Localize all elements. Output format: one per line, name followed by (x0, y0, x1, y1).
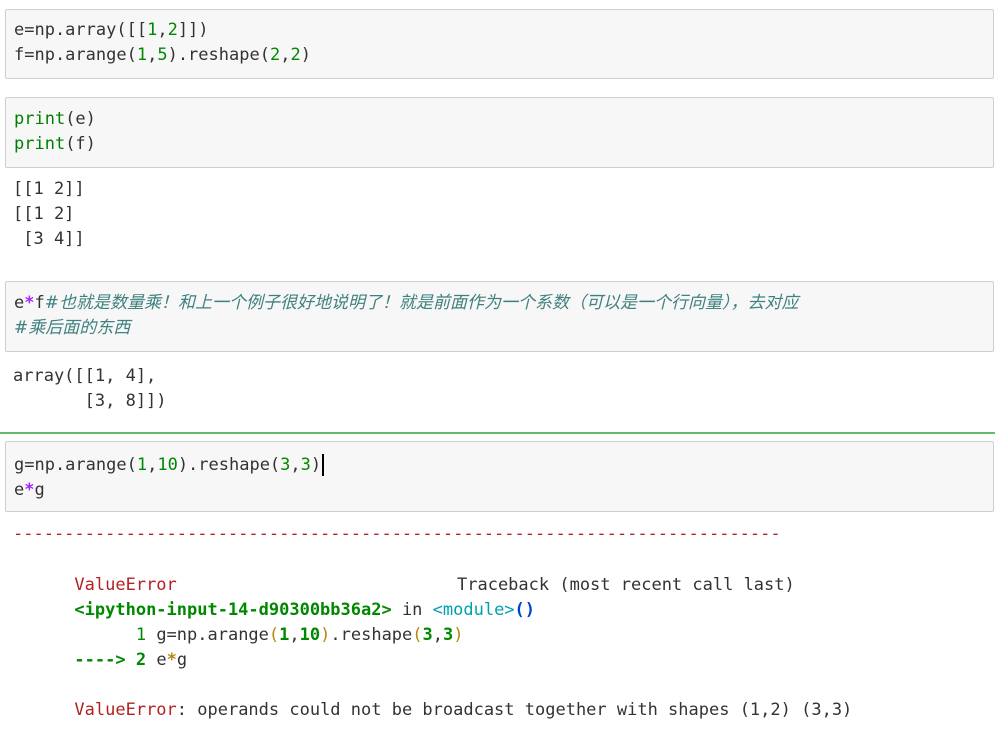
code-text: 3 (443, 625, 454, 645)
error-message: ValueError: operands could not be broadc… (13, 673, 852, 720)
code-input-3[interactable]: e*f#也就是数量乘！和上一个例子很好地说明了！就是前面作为一个系数（可以是一个… (5, 281, 994, 352)
code-token: 1 (136, 455, 148, 475)
code-text: .reshape (330, 625, 413, 645)
output-line: [3 4]] (13, 229, 85, 249)
code-text: ( (412, 625, 423, 645)
code-token: 2 (290, 45, 301, 65)
traceback-call: () (514, 600, 536, 620)
code-token: 2 (269, 45, 281, 65)
code-text: * (166, 650, 177, 670)
code-text: , (289, 625, 300, 645)
code-input-1[interactable]: e=np.array([[1,2]]) f=np.arange(1,5).res… (5, 9, 994, 79)
code-text: ( (268, 625, 280, 645)
code-text: , (432, 625, 444, 645)
traceback-separator: ----------------------------------------… (13, 524, 781, 544)
code-token: , (290, 455, 301, 475)
code-token: * (24, 480, 35, 500)
code-token: print (14, 134, 66, 154)
code-token: (e) (65, 109, 96, 129)
output-line: [3, 8]]) (13, 391, 167, 411)
code-token: 3 (300, 455, 311, 475)
code-token: , (157, 20, 168, 40)
selected-cell-indicator (0, 432, 995, 434)
code-token: e (14, 293, 25, 313)
error-type: ValueError (74, 700, 177, 720)
code-line: e*f#也就是数量乘！和上一个例子很好地说明了！就是前面作为一个系数（可以是一个… (14, 291, 799, 316)
code-token: 3 (280, 455, 291, 475)
code-token: 1 (147, 20, 158, 40)
code-token: g (34, 480, 45, 500)
error-text: : operands could not be broadcast togeth… (176, 700, 853, 720)
code-token: f (34, 293, 45, 313)
code-line: e*g (14, 478, 45, 503)
code-input-2[interactable]: print(e) print(f) (5, 97, 994, 168)
code-input-4[interactable]: g=np.arange(1,10).reshape(3,3) e*g (5, 441, 994, 512)
code-token: ]]) (177, 20, 209, 40)
traceback-line-1: 1 g=np.arange(1,10).reshape(3,3) (13, 598, 464, 645)
code-token: , (147, 455, 158, 475)
code-line: f=np.arange(1,5).reshape(2,2) (14, 43, 311, 68)
code-text: 10 (299, 625, 321, 645)
code-token: e=np.array([[ (14, 20, 148, 40)
code-line: g=np.arange(1,10).reshape(3,3) (14, 453, 325, 478)
code-line: print(e) (14, 107, 96, 132)
traceback-line-2: ----> 2 e*g (13, 623, 187, 670)
code-token: 5 (157, 45, 168, 65)
code-text: ) (453, 625, 464, 645)
code-token: #乘后面的东西 (14, 318, 131, 338)
code-token: ) (300, 45, 311, 65)
code-text: ) (320, 625, 331, 645)
code-text: 3 (422, 625, 433, 645)
code-text: g (176, 650, 188, 670)
code-token: f=np.arange( (14, 45, 137, 65)
code-token: , (280, 45, 291, 65)
traceback-location: <ipython-input-14-d90300bb36a2> in <modu… (13, 573, 535, 620)
traceback-header: ValueError Traceback (most recent call la… (13, 548, 794, 595)
output-line: [[1 2] (13, 204, 75, 224)
code-token: print (14, 109, 66, 129)
code-token: e (14, 480, 25, 500)
code-token: 2 (167, 20, 178, 40)
code-token: 10 (157, 455, 178, 475)
code-line: print(f) (14, 132, 96, 157)
code-token: #也就是数量乘！和上一个例子很好地说明了！就是前面作为一个系数（可以是一个行向量… (44, 293, 799, 313)
code-token: , (147, 45, 158, 65)
code-token: ).reshape( (177, 455, 281, 475)
output-line: array([[1, 4], (13, 366, 157, 386)
output-line: [[1 2]] (13, 179, 85, 199)
code-token: ) (310, 455, 322, 475)
code-token: * (24, 293, 35, 313)
arrow-marker: ----> 2 (74, 650, 157, 670)
text-cursor (322, 454, 325, 476)
code-text: e (156, 650, 167, 670)
code-token: ).reshape( (167, 45, 270, 65)
code-token: (f) (65, 134, 96, 154)
code-text: 1 (279, 625, 290, 645)
code-token: 1 (136, 45, 148, 65)
code-token: g=np.arange( (14, 455, 137, 475)
code-line: #乘后面的东西 (14, 316, 130, 341)
code-line: e=np.array([[1,2]]) (14, 18, 209, 43)
